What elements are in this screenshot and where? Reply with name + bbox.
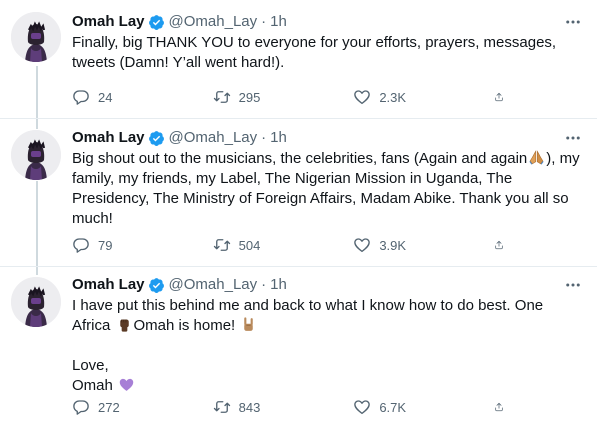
reply-button[interactable]: 24 <box>72 88 162 106</box>
tweet-actions: 24 295 2.3K <box>72 87 512 107</box>
praying-hands-emoji <box>529 150 544 165</box>
raised-fist-emoji <box>119 319 129 332</box>
retweet-icon <box>213 398 231 416</box>
avatar[interactable] <box>11 277 61 327</box>
share-icon <box>494 236 504 254</box>
reply-button[interactable]: 272 <box>72 398 162 416</box>
more-options-button[interactable] <box>563 275 583 295</box>
like-button[interactable]: 6.7K <box>353 398 443 416</box>
author-name[interactable]: Omah Lay <box>72 128 145 148</box>
avatar[interactable] <box>11 12 61 62</box>
thread-connector-line <box>36 66 38 118</box>
reply-count: 24 <box>98 89 113 105</box>
reply-count: 79 <box>98 237 113 253</box>
tweet-text-line: Finally, big THANK YOU to everyone for y… <box>72 34 557 51</box>
like-count: 3.9K <box>379 237 407 253</box>
tweet-text-line: I have put this behind me and back to wh… <box>72 297 544 314</box>
more-icon <box>564 129 582 147</box>
author-handle[interactable]: @Omah_Lay <box>169 12 258 32</box>
tweet-text-segment: Omah <box>72 377 113 394</box>
author-handle[interactable]: @Omah_Lay <box>169 275 258 295</box>
tweet-actions: 272 843 6.7K <box>72 397 512 417</box>
more-icon <box>564 13 582 31</box>
author-name[interactable]: Omah Lay <box>72 12 145 32</box>
tweet-text: Big shout out to the musicians, the cele… <box>72 149 583 229</box>
share-icon <box>494 398 504 416</box>
retweet-count: 295 <box>238 89 261 105</box>
tweet-text-line: Africa Omah is home! <box>72 316 583 336</box>
like-icon <box>353 88 371 106</box>
separator: · <box>261 276 267 293</box>
retweet-button[interactable]: 504 <box>213 236 303 254</box>
like-icon <box>353 236 371 254</box>
sign-of-the-horns-emoji <box>244 317 254 331</box>
purple-heart-emoji <box>119 378 134 391</box>
tweet-text: I have put this behind me and back to wh… <box>72 296 583 396</box>
tweet-text-segment: ), my <box>546 150 580 167</box>
like-icon <box>353 398 371 416</box>
verified-badge-icon <box>148 277 165 294</box>
share-button[interactable] <box>494 236 512 254</box>
tweet[interactable]: Omah Lay @Omah_Lay · 1h Finally, big THA… <box>0 0 597 118</box>
share-icon <box>494 88 504 106</box>
retweet-count: 504 <box>238 237 261 253</box>
like-button[interactable]: 2.3K <box>353 88 443 106</box>
tweet-text-line: Omah <box>72 376 583 396</box>
reply-icon <box>72 398 90 416</box>
retweet-icon <box>213 236 231 254</box>
retweet-button[interactable]: 295 <box>213 88 303 106</box>
author-name[interactable]: Omah Lay <box>72 275 145 295</box>
share-button[interactable] <box>494 88 512 106</box>
timestamp[interactable]: 1h <box>270 12 287 32</box>
tweet[interactable]: Omah Lay @Omah_Lay · 1h Big shout out to… <box>0 118 597 267</box>
timestamp[interactable]: 1h <box>270 275 287 295</box>
thread-connector-line <box>36 267 38 275</box>
tweet-text-line: Love, <box>72 357 109 374</box>
separator: · <box>261 129 267 146</box>
tweet-text: Finally, big THANK YOU to everyone for y… <box>72 33 583 73</box>
separator: · <box>261 13 267 30</box>
like-count: 6.7K <box>379 399 407 415</box>
tweet-text-line: Presidency, The Ministry of Foreign Affa… <box>72 190 569 207</box>
like-count: 2.3K <box>379 89 407 105</box>
verified-badge-icon <box>148 130 165 147</box>
reply-count: 272 <box>98 399 120 415</box>
retweet-button[interactable]: 843 <box>213 398 303 416</box>
like-button[interactable]: 3.9K <box>353 236 443 254</box>
tweet-text-segment: Africa <box>72 317 111 334</box>
more-options-button[interactable] <box>563 12 583 32</box>
retweet-count: 843 <box>238 399 261 415</box>
verified-badge-icon <box>148 14 165 31</box>
tweet-text-line: family, my friends, my Label, The Nigeri… <box>72 170 513 187</box>
share-button[interactable] <box>494 398 512 416</box>
tweet-thread: Omah Lay @Omah_Lay · 1h Finally, big THA… <box>0 0 597 428</box>
retweet-icon <box>213 88 231 106</box>
tweet-text-line: Big shout out to the musicians, the cele… <box>72 149 583 169</box>
tweet-text-line: much! <box>72 210 113 227</box>
tweet[interactable]: Omah Lay @Omah_Lay · 1h I have put this … <box>0 266 597 428</box>
more-icon <box>564 276 582 294</box>
tweet-actions: 79 504 3.9K <box>72 235 512 255</box>
avatar[interactable] <box>11 130 61 180</box>
reply-icon <box>72 236 90 254</box>
thread-connector-line <box>36 181 38 267</box>
reply-icon <box>72 88 90 106</box>
tweet-text-segment: Big shout out to the musicians, the cele… <box>72 150 528 167</box>
tweet-text-line: tweets (Damn! Y’all went hard!). <box>72 54 285 71</box>
more-options-button[interactable] <box>563 128 583 148</box>
author-handle[interactable]: @Omah_Lay <box>169 128 258 148</box>
thread-connector-line <box>36 119 38 129</box>
reply-button[interactable]: 79 <box>72 236 162 254</box>
timestamp[interactable]: 1h <box>270 128 287 148</box>
tweet-text-segment: Omah is home! <box>133 317 236 334</box>
